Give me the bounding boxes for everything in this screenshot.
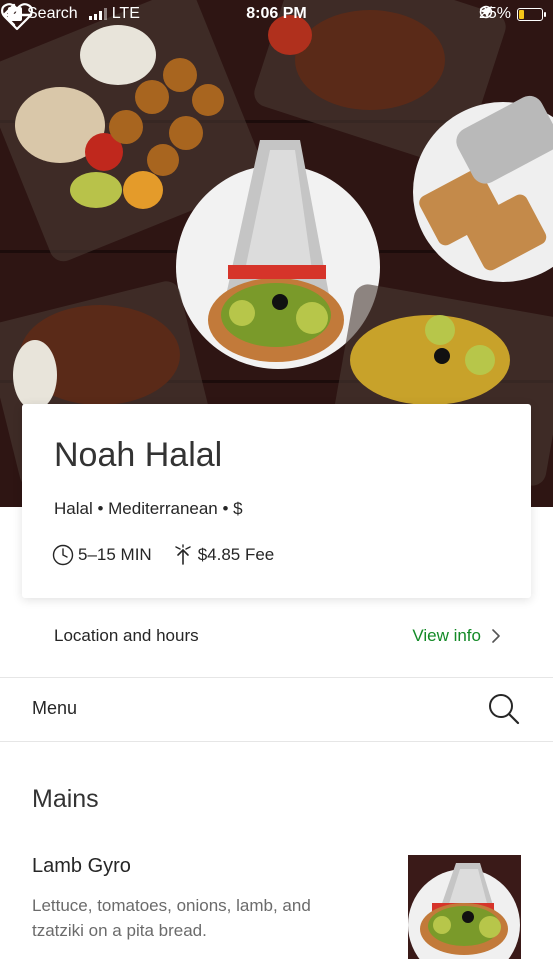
menu-item-description: Lettuce, tomatoes, onions, lamb, and tza… [32, 896, 311, 940]
view-info-link[interactable]: View info [412, 626, 501, 646]
delivery-fee-icon [175, 544, 191, 565]
chevron-right-icon [492, 629, 500, 643]
location-arrow-icon [479, 6, 492, 18]
search-icon[interactable] [487, 692, 521, 726]
menu-item-image[interactable] [408, 855, 521, 959]
location-row[interactable]: Location and hours View info [0, 610, 553, 660]
location-label: Location and hours [54, 626, 199, 645]
menu-label: Menu [32, 698, 78, 718]
battery-level [519, 9, 524, 19]
store-meta: 5–15 MIN $4.85 Fee [52, 544, 274, 566]
status-time: 8:06 PM [246, 5, 307, 22]
divider [0, 741, 553, 742]
section-title: Mains [32, 785, 99, 813]
delivery-fee: $4.85 Fee [197, 545, 275, 564]
heart-icon[interactable] [0, 0, 34, 34]
menu-item[interactable]: Lamb Gyro Lettuce, tomatoes, onions, lam… [0, 845, 553, 959]
store-name: Noah Halal [54, 436, 223, 474]
clock-icon [52, 544, 74, 566]
delivery-eta: 5–15 MIN [78, 545, 152, 564]
view-info-label[interactable]: View info [412, 626, 481, 646]
status-right: 25% [479, 5, 546, 23]
gyro-photo [408, 855, 521, 959]
status-bar: ‹ Search LTE 8:06 PM 25% [0, 0, 553, 30]
menu-header: Menu [0, 678, 553, 741]
store-info-card: Noah Halal Halal • Mediterranean • $ 5–1… [22, 404, 531, 598]
menu-item-name[interactable]: Lamb Gyro [32, 855, 131, 878]
store-cuisine: Halal • Mediterranean • $ [54, 499, 243, 518]
battery-icon [517, 7, 546, 21]
